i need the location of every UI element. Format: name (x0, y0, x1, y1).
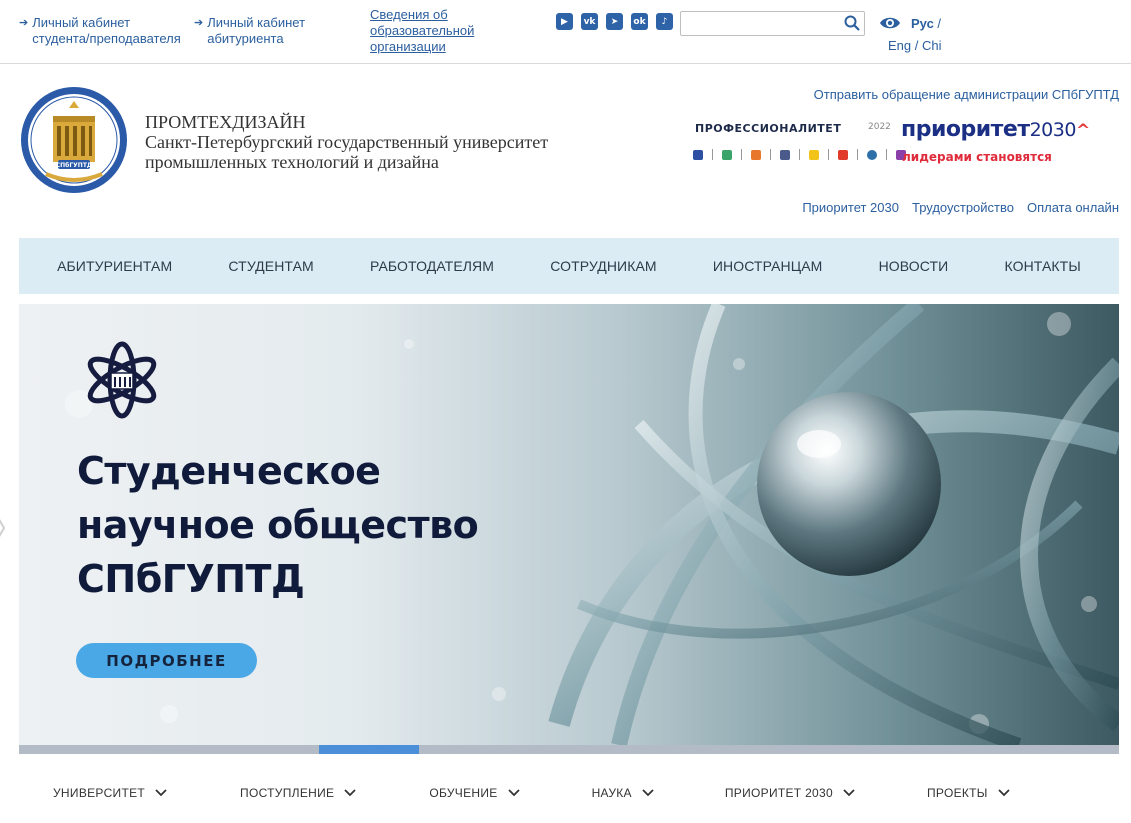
subnav-priority-2030[interactable]: ПРИОРИТЕТ 2030 (725, 778, 855, 808)
priority-slogan: лидерами становятся (902, 150, 1052, 164)
more-button[interactable]: ПОДРОБНЕЕ (76, 643, 257, 678)
partner-marks (693, 149, 906, 160)
vk-icon[interactable]: vk (581, 13, 598, 30)
applicant-cabinet-link[interactable]: ➔ Личный кабинет абитуриента (194, 15, 305, 47)
university-brand: ПРОМТЕХДИЗАЙН Санкт-Петербургский госуда… (145, 112, 548, 172)
nav-students[interactable]: СТУДЕНТАМ (228, 258, 313, 274)
language-switch: Рус / (911, 16, 941, 31)
subnav-label: ПОСТУПЛЕНИЕ (240, 786, 335, 800)
partner-mark-icon (867, 149, 877, 160)
lang-ru[interactable]: Рус (911, 16, 934, 31)
priority-2030-logo[interactable]: приоритет2030^ (901, 117, 1090, 142)
priority-caret: ^ (1075, 121, 1090, 141)
nav-contacts[interactable]: КОНТАКТЫ (1004, 258, 1080, 274)
top-bar: ➔ Личный кабинет студента/преподавателя … (0, 0, 1131, 64)
header-links: Приоритет 2030 Трудоустройство Оплата он… (802, 200, 1119, 215)
partner-mark-icon (780, 149, 790, 160)
lang-separator: / (933, 16, 942, 31)
chevron-down-icon (344, 789, 356, 797)
search-icon[interactable] (844, 15, 860, 31)
employment-link[interactable]: Трудоустройство (912, 200, 1014, 215)
divider (770, 149, 771, 160)
slider-progress[interactable] (19, 745, 1119, 754)
side-collapse-icon[interactable] (0, 510, 8, 546)
partner-mark-icon (751, 149, 761, 160)
appeal-link[interactable]: Отправить обращение администрации СПбГУП… (814, 87, 1119, 102)
telegram-icon[interactable]: ➤ (606, 13, 623, 30)
nav-staff[interactable]: СОТРУДНИКАМ (550, 258, 656, 274)
brand-full-name: Санкт-Петербургский государственный унив… (145, 132, 549, 172)
divider (799, 149, 800, 160)
login-arrow-icon: ➔ (194, 17, 204, 29)
chevron-down-icon (642, 789, 654, 797)
divider (741, 149, 742, 160)
hero-title: Студенческое научное общество СПбГУПТД (77, 449, 479, 601)
university-seal-logo[interactable]: СПбГУПТД (20, 86, 128, 194)
secondary-navigation: УНИВЕРСИТЕТ ПОСТУПЛЕНИЕ ОБУЧЕНИЕ НАУКА П… (19, 778, 1119, 808)
login-arrow-icon: ➔ (19, 17, 29, 29)
youtube-icon[interactable]: ▶ (556, 13, 573, 30)
priority-word: приоритет (901, 117, 1030, 142)
tiktok-icon[interactable]: ♪ (656, 13, 673, 30)
slider-active-indicator[interactable] (319, 745, 419, 754)
subnav-label: ОБУЧЕНИЕ (429, 786, 498, 800)
partner-mark-icon (838, 149, 848, 160)
student-cabinet-link[interactable]: ➔ Личный кабинет студента/преподавателя (19, 15, 181, 47)
priority-2030-link[interactable]: Приоритет 2030 (802, 200, 899, 215)
hero-slider[interactable]: Студенческое научное общество СПбГУПТД П… (19, 304, 1119, 745)
subnav-university[interactable]: УНИВЕРСИТЕТ (53, 778, 167, 808)
divider (886, 149, 887, 160)
professionalitet-logo[interactable]: ПРОФЕССИОНАЛИТЕТ (695, 122, 841, 135)
nav-applicants[interactable]: АБИТУРИЕНТАМ (57, 258, 172, 274)
online-payment-link[interactable]: Оплата онлайн (1027, 200, 1119, 215)
subnav-admission[interactable]: ПОСТУПЛЕНИЕ (240, 778, 356, 808)
nav-employers[interactable]: РАБОТОДАТЕЛЯМ (370, 258, 494, 274)
search-box (680, 11, 865, 36)
chevron-down-icon (155, 789, 167, 797)
main-navigation: АБИТУРИЕНТАМ СТУДЕНТАМ РАБОТОДАТЕЛЯМ СОТ… (19, 238, 1119, 294)
subnav-science[interactable]: НАУКА (592, 778, 654, 808)
professionalitet-year: 2022 (868, 122, 891, 132)
subnav-label: НАУКА (591, 786, 632, 800)
org-info-label: Сведения об образовательной организации (370, 7, 475, 54)
divider (857, 149, 858, 160)
partner-mark-icon (722, 149, 732, 160)
svg-text:СПбГУПТД: СПбГУПТД (56, 162, 93, 169)
odnoklassniki-icon[interactable]: ok (631, 13, 648, 30)
partner-mark-icon (809, 149, 819, 160)
nav-news[interactable]: НОВОСТИ (879, 258, 949, 274)
lang-other[interactable]: Eng / Chi (888, 38, 941, 53)
org-info-link[interactable]: Сведения об образовательной организации (370, 7, 474, 55)
divider (828, 149, 829, 160)
chevron-down-icon (998, 789, 1010, 797)
student-cabinet-label: Личный кабинет студента/преподавателя (32, 15, 181, 46)
subnav-label: ПРОЕКТЫ (926, 786, 988, 800)
accessibility-eye-icon[interactable] (879, 16, 901, 30)
subnav-label: УНИВЕРСИТЕТ (53, 786, 146, 800)
subnav-projects[interactable]: ПРОЕКТЫ (927, 778, 1010, 808)
chevron-down-icon (507, 789, 520, 797)
subnav-education[interactable]: ОБУЧЕНИЕ (429, 778, 520, 808)
nav-foreigners[interactable]: ИНОСТРАНЦАМ (713, 258, 823, 274)
divider (712, 149, 713, 160)
subnav-label: ПРИОРИТЕТ 2030 (724, 786, 833, 800)
social-links: ▶ vk ➤ ok ♪ (556, 13, 673, 30)
search-input[interactable] (681, 12, 841, 35)
chevron-down-icon (843, 789, 855, 797)
brand-name: ПРОМТЕХДИЗАЙН (145, 112, 306, 132)
partner-mark-icon (693, 149, 703, 160)
applicant-cabinet-label: Личный кабинет абитуриента (207, 15, 306, 46)
science-society-emblem-icon (87, 341, 157, 419)
priority-number: 2030 (1029, 119, 1077, 141)
